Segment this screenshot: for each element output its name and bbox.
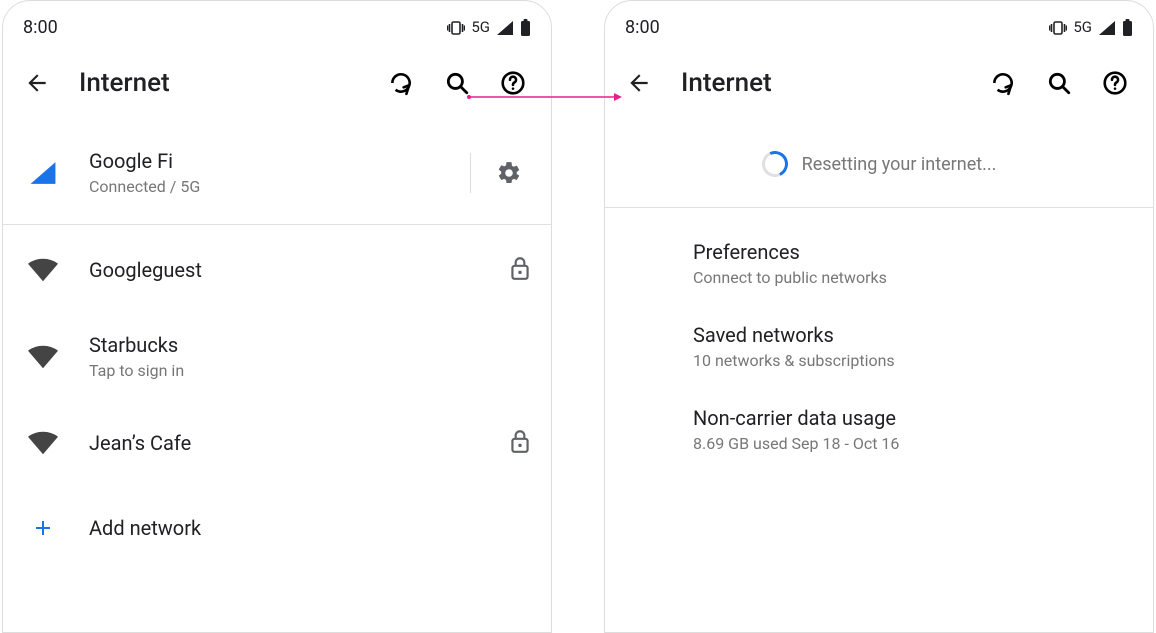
resetting-label: Resetting your internet... [802, 154, 997, 175]
page-title: Internet [79, 68, 170, 98]
status-icons: 5G [1049, 17, 1133, 38]
battery-icon [1122, 17, 1133, 38]
wifi-icon [23, 431, 63, 455]
lock-icon [509, 255, 531, 285]
mobile-status: Connected / 5G [89, 177, 444, 196]
preferences-row[interactable]: Preferences Connect to public networks [605, 222, 1153, 305]
help-button[interactable] [1093, 61, 1137, 105]
search-button[interactable] [435, 61, 479, 105]
status-time: 8:00 [23, 17, 58, 38]
resetting-banner: Resetting your internet... [605, 121, 1153, 207]
usage-sub: 8.69 GB used Sep 18 - Oct 16 [693, 434, 1133, 453]
prefs-sub: Connect to public networks [693, 268, 1133, 287]
prefs-title: Preferences [693, 240, 1133, 264]
wifi-icon [23, 258, 63, 282]
status-icons: 5G [447, 17, 531, 38]
saved-title: Saved networks [693, 323, 1133, 347]
phone-left: 8:00 5G Internet [2, 0, 552, 633]
wifi-name: Starbucks [89, 333, 531, 357]
wifi-name: Jean’s Cafe [89, 431, 483, 455]
back-button[interactable] [15, 61, 59, 105]
status-net-label: 5G [1073, 18, 1092, 36]
data-usage-row[interactable]: Non-carrier data usage 8.69 GB used Sep … [605, 388, 1153, 471]
help-button[interactable] [491, 61, 535, 105]
signal-icon [496, 17, 514, 38]
mobile-settings-button[interactable] [487, 151, 531, 195]
wifi-name: Googleguest [89, 258, 483, 282]
search-button[interactable] [1037, 61, 1081, 105]
wifi-row-0[interactable]: Googleguest [3, 225, 551, 315]
reset-button[interactable] [379, 61, 423, 105]
wifi-row-1[interactable]: Starbucks Tap to sign in [3, 315, 551, 398]
battery-icon [520, 17, 531, 38]
status-bar: 8:00 5G [3, 1, 551, 45]
back-button[interactable] [617, 61, 661, 105]
saved-sub: 10 networks & subscriptions [693, 351, 1133, 370]
vibrate-icon [447, 17, 465, 38]
spinner-icon [758, 147, 791, 180]
plus-icon [23, 516, 63, 540]
phone-right: 8:00 5G Internet [604, 0, 1154, 633]
app-bar: Internet [3, 45, 551, 121]
status-net-label: 5G [471, 18, 490, 36]
add-network-label: Add network [89, 516, 531, 540]
status-bar: 8:00 5G [605, 1, 1153, 45]
mobile-network-row[interactable]: Google Fi Connected / 5G [3, 121, 551, 224]
saved-networks-row[interactable]: Saved networks 10 networks & subscriptio… [605, 305, 1153, 388]
wifi-icon [23, 345, 63, 369]
usage-title: Non-carrier data usage [693, 406, 1133, 430]
vibrate-icon [1049, 17, 1067, 38]
status-time: 8:00 [625, 17, 660, 38]
wifi-sub: Tap to sign in [89, 361, 531, 380]
lock-icon [509, 428, 531, 458]
reset-button[interactable] [981, 61, 1025, 105]
app-bar: Internet [605, 45, 1153, 121]
cellular-icon [23, 160, 63, 186]
wifi-row-2[interactable]: Jean’s Cafe [3, 398, 551, 488]
signal-icon [1098, 17, 1116, 38]
mobile-name: Google Fi [89, 149, 444, 173]
page-title: Internet [681, 68, 772, 98]
add-network-row[interactable]: Add network [3, 488, 551, 558]
